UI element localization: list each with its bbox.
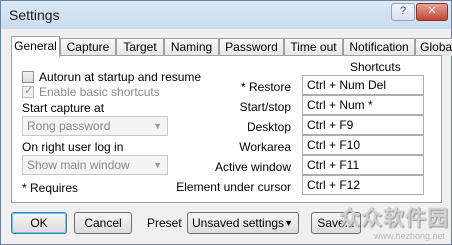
- watermark-text: 众众软件园: [339, 206, 449, 230]
- watermark-url: www.hezhong.net: [373, 231, 445, 241]
- ok-button[interactable]: OK: [11, 212, 67, 234]
- tab-general[interactable]: General: [11, 36, 60, 57]
- watermark: 众众软件园 www.hezhong.net: [327, 200, 452, 245]
- tab-capture[interactable]: Capture: [60, 38, 116, 56]
- preset-label: Preset: [147, 216, 182, 230]
- requires-note: * Requires: [22, 181, 79, 195]
- shortcut-input-start-stop[interactable]: Ctrl + Num *: [302, 95, 424, 115]
- shortcut-input-desktop[interactable]: Ctrl + F9: [302, 115, 424, 135]
- shortcut-input-workarea[interactable]: Ctrl + F10: [302, 135, 424, 155]
- help-button[interactable]: ?: [391, 3, 415, 21]
- shortcut-label-active-window: Active window: [214, 160, 291, 174]
- tab-password[interactable]: Password: [219, 38, 284, 56]
- shortcut-input-active-window[interactable]: Ctrl + F11: [302, 155, 424, 175]
- preset-value: Unsaved settings: [192, 216, 285, 230]
- shortcut-input-element-under-cursor[interactable]: Ctrl + F12: [302, 175, 424, 195]
- close-button[interactable]: ✕: [416, 3, 448, 21]
- tab-target[interactable]: Target: [116, 38, 164, 56]
- start-capture-label: Start capture at: [22, 101, 105, 115]
- general-tab-panel: Autorun at startup and resume Enable bas…: [11, 55, 442, 203]
- start-capture-value: Rong password: [27, 119, 111, 133]
- tab-global[interactable]: Global: [415, 38, 452, 56]
- shortcut-label-start-stop: Start/stop: [239, 100, 291, 114]
- shortcut-label-element-under-cursor: Element under cursor: [176, 180, 291, 194]
- tab-naming[interactable]: Naming: [164, 38, 219, 56]
- basic-shortcuts-checkbox[interactable]: [22, 84, 34, 98]
- right-login-label: On right user log in: [22, 140, 124, 154]
- shortcut-label-desktop: Desktop: [246, 120, 291, 134]
- chevron-down-icon: ▼: [284, 218, 293, 228]
- title-bar: Settings ? ✕: [1, 1, 451, 29]
- shortcut-label-restore: * Restore: [240, 80, 291, 94]
- right-login-value: Show main window: [27, 158, 130, 172]
- shortcut-input-restore[interactable]: Ctrl + Num Del: [302, 75, 424, 95]
- preset-select[interactable]: Unsaved settings ▼: [187, 212, 299, 234]
- tab-notification[interactable]: Notification: [343, 38, 415, 56]
- tab-time-out[interactable]: Time out: [284, 38, 343, 56]
- settings-window: Settings ? ✕ General Capture Target Nami…: [0, 0, 452, 245]
- window-title: Settings: [9, 7, 60, 23]
- shortcut-label-workarea: Workarea: [239, 140, 291, 154]
- cancel-button[interactable]: Cancel: [74, 212, 132, 234]
- autorun-checkbox[interactable]: [22, 71, 34, 83]
- shortcuts-title: Shortcuts: [350, 60, 401, 74]
